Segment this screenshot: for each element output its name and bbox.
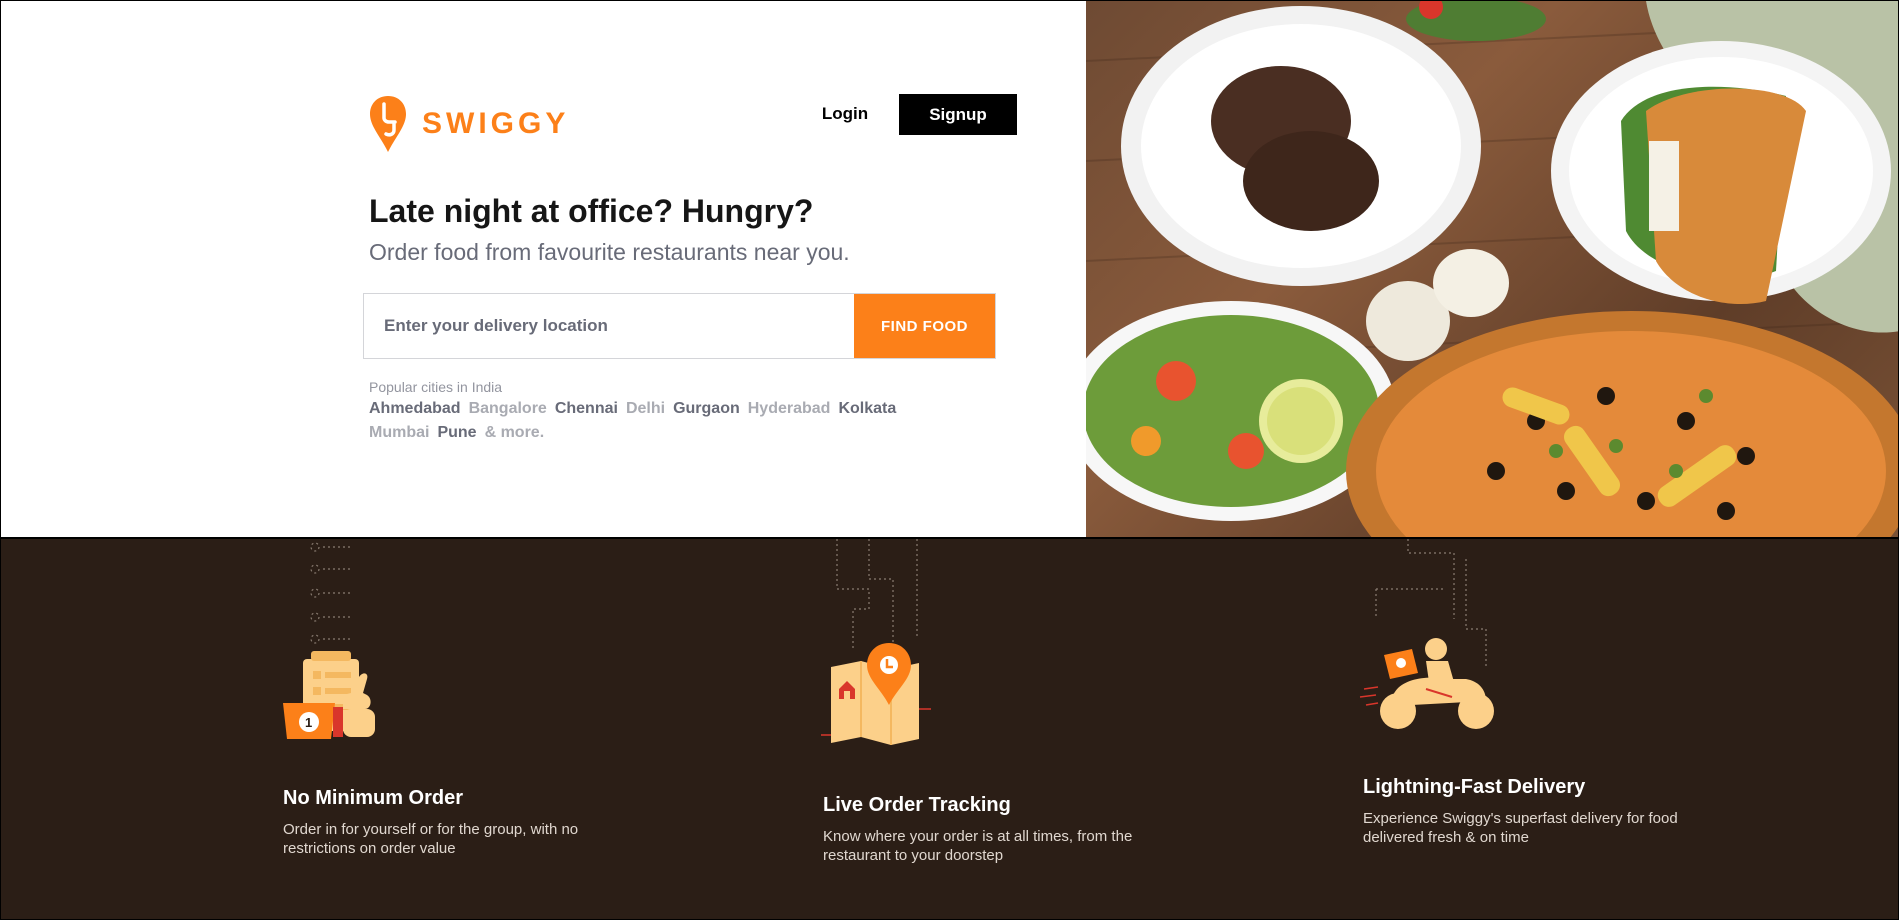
- hero-headline: Late night at office? Hungry?: [369, 193, 814, 229]
- feature-title: Lightning-Fast Delivery: [1363, 776, 1586, 798]
- brand-name: SWIGGY: [422, 107, 570, 140]
- feature-description: Order in for yourself or for the group, …: [283, 821, 579, 857]
- city-link[interactable]: & more.: [485, 421, 545, 445]
- popular-cities-list: Ahmedabad Bangalore Chennai Delhi Gurgaon Hyd…: [369, 397, 909, 445]
- hero-subheadline: Order food from favourite restaurants ne…: [369, 239, 850, 265]
- feature-description: Experience Swiggy's superfast delivery f…: [1363, 810, 1678, 846]
- signup-button[interactable]: Signup: [899, 94, 1017, 135]
- feature-lightning-fast-delivery: Lightning-Fast Delivery Experience Swigg…: [1363, 776, 1683, 847]
- feature-title: No Minimum Order: [283, 787, 464, 809]
- order-checklist-thumbs-up-icon: 1: [283, 542, 375, 739]
- city-link[interactable]: Kolkata: [838, 397, 896, 421]
- city-link[interactable]: Bangalore: [469, 397, 547, 421]
- feature-no-minimum-order: No Minimum Order Order in for yourself o…: [283, 787, 603, 858]
- city-link[interactable]: Gurgaon: [673, 397, 740, 421]
- city-link[interactable]: Chennai: [555, 397, 618, 421]
- login-link[interactable]: Login: [801, 94, 889, 134]
- page: SWIGGY Login Signup Late night at office…: [0, 0, 1899, 920]
- city-link[interactable]: Delhi: [626, 397, 665, 421]
- popular-cities-label: Popular cities in India: [369, 379, 503, 395]
- hero-content: SWIGGY Login Signup Late night at office…: [1, 1, 1086, 537]
- city-link[interactable]: Hyderabad: [748, 397, 831, 421]
- location-search-bar: FIND FOOD: [363, 293, 996, 359]
- swiggy-logo-icon: [370, 96, 406, 152]
- find-food-button[interactable]: FIND FOOD: [854, 294, 995, 358]
- delivery-location-input[interactable]: [364, 294, 854, 358]
- food-platter-illustration: [1086, 1, 1898, 537]
- feature-title: Live Order Tracking: [823, 794, 1011, 816]
- swiggy-logo[interactable]: SWIGGY: [368, 93, 569, 155]
- food-hero-image: [1086, 1, 1898, 537]
- city-link[interactable]: Mumbai: [369, 421, 429, 445]
- city-link[interactable]: Ahmedabad: [369, 397, 461, 421]
- delivery-scooter-icon: [1359, 539, 1494, 729]
- feature-live-order-tracking: Live Order Tracking Know where your orde…: [823, 794, 1143, 865]
- hero-section: SWIGGY Login Signup Late night at office…: [1, 1, 1898, 539]
- map-location-pin-icon: [821, 539, 931, 745]
- city-link[interactable]: Pune: [437, 421, 476, 445]
- svg-text:1: 1: [305, 715, 312, 730]
- feature-description: Know where your order is at all times, f…: [823, 828, 1133, 864]
- features-section: 1 No Minimum Order Order in for yourself…: [1, 539, 1898, 919]
